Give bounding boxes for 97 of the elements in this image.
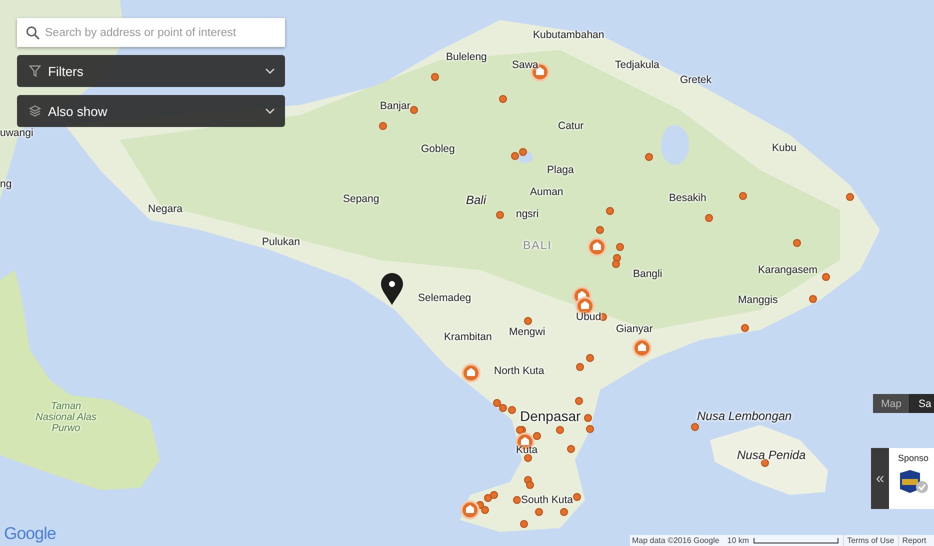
attraction-marker[interactable]	[556, 426, 564, 434]
place-label: Tedjakula	[615, 60, 660, 72]
attraction-marker[interactable]	[573, 493, 581, 501]
layers-icon	[29, 105, 41, 117]
place-label: Banjar	[380, 101, 410, 113]
place-label: Sawa	[512, 60, 538, 72]
map-data-text: Map data ©2016 Google	[632, 535, 720, 546]
attraction-marker[interactable]	[499, 404, 507, 412]
search-field[interactable]: Search by address or point of interest	[17, 18, 285, 47]
scale-label: 10 km	[727, 535, 750, 546]
place-label: Manggis	[738, 295, 778, 307]
attraction-marker[interactable]	[524, 317, 532, 325]
attraction-marker[interactable]	[520, 520, 528, 528]
place-label: Gobleg	[421, 144, 455, 156]
footer-link[interactable]: Report	[898, 535, 926, 546]
place-label: Nusa Penida	[737, 449, 806, 462]
place-label: uwangi	[0, 128, 34, 140]
place-label: Mengwi	[509, 327, 546, 339]
search-icon	[26, 26, 40, 40]
place-label: Negara	[148, 204, 182, 216]
attraction-marker[interactable]	[481, 506, 489, 514]
chevron-down-icon	[265, 68, 275, 74]
attraction-marker[interactable]	[846, 193, 854, 201]
place-label: Denpasar	[520, 409, 581, 424]
dropdown-panel[interactable]: Also show	[17, 95, 285, 127]
chevron-down-icon	[265, 108, 275, 114]
attraction-marker[interactable]	[741, 324, 749, 332]
attraction-marker[interactable]	[560, 508, 568, 516]
attraction-marker[interactable]	[576, 363, 584, 371]
attraction-marker[interactable]	[496, 211, 504, 219]
place-label: Nusa Lembongan	[697, 410, 792, 424]
attraction-marker[interactable]	[526, 481, 534, 489]
place-label: ng	[0, 179, 12, 191]
place-label: Bali	[466, 194, 486, 208]
attraction-marker[interactable]	[612, 260, 620, 268]
expand-button[interactable]: «	[871, 448, 889, 509]
dropdown-panel[interactable]: Filters	[17, 55, 285, 87]
hotel-logo-icon	[898, 469, 930, 495]
attraction-marker[interactable]	[493, 399, 501, 407]
place-label: Kubu	[772, 143, 797, 155]
attraction-marker[interactable]	[379, 122, 387, 130]
attraction-marker[interactable]	[705, 214, 713, 222]
attraction-marker[interactable]	[513, 496, 521, 504]
google-logo: Google	[4, 524, 56, 544]
attraction-marker[interactable]	[511, 152, 519, 160]
attraction-marker[interactable]	[431, 73, 439, 81]
attraction-marker[interactable]	[616, 243, 624, 251]
attraction-marker[interactable]	[410, 106, 418, 114]
attraction-marker[interactable]	[490, 491, 498, 499]
place-label: North Kuta	[494, 366, 544, 378]
place-label: Taman Nasional Alas Purwo	[34, 401, 98, 434]
attraction-marker[interactable]	[586, 354, 594, 362]
sponsor-label: Sponso	[898, 453, 930, 463]
attraction-marker[interactable]	[519, 148, 527, 156]
footer-link[interactable]: Terms of Use	[843, 535, 894, 546]
attraction-marker[interactable]	[809, 295, 817, 303]
place-label: Bangli	[633, 269, 662, 281]
place-label: BALI	[523, 240, 552, 253]
location-pin-icon[interactable]	[381, 273, 403, 305]
place-label: Sepang	[343, 194, 380, 206]
attraction-marker[interactable]	[508, 406, 516, 414]
scale-bar-icon	[753, 538, 840, 544]
place-label: Krambitan	[444, 332, 492, 344]
attraction-marker[interactable]	[524, 454, 532, 462]
attraction-marker[interactable]	[533, 432, 541, 440]
attraction-marker[interactable]	[761, 459, 769, 467]
place-label: Plaga	[547, 165, 574, 177]
attraction-marker[interactable]	[584, 414, 592, 422]
attraction-marker[interactable]	[535, 508, 543, 516]
place-label: ngsri	[516, 209, 539, 221]
place-label: Selemadeg	[418, 293, 472, 305]
place-label: Pulukan	[262, 237, 300, 249]
attraction-marker[interactable]	[645, 153, 653, 161]
attraction-marker[interactable]	[499, 95, 507, 103]
attraction-marker[interactable]	[567, 445, 575, 453]
attraction-marker[interactable]	[596, 226, 604, 234]
place-label: Besakih	[669, 193, 706, 205]
place-label: Auman	[530, 187, 564, 199]
filter-icon	[29, 65, 41, 77]
place-label: Kuta	[516, 445, 538, 457]
map-type-tab[interactable]: Map	[873, 394, 910, 413]
place-label: Gretek	[680, 75, 712, 87]
place-label: Karangasem	[758, 265, 818, 277]
attraction-marker[interactable]	[739, 192, 747, 200]
attraction-marker[interactable]	[691, 423, 699, 431]
place-label: South Kuta	[521, 495, 573, 507]
place-label: Buleleng	[446, 52, 487, 64]
attraction-marker[interactable]	[575, 397, 583, 405]
map-type-tab[interactable]: Sa	[910, 394, 934, 413]
place-label: Kubutambahan	[533, 30, 604, 42]
attraction-marker[interactable]	[822, 273, 830, 281]
attraction-marker[interactable]	[516, 426, 524, 434]
place-label: Gianyar	[616, 324, 653, 336]
attraction-marker[interactable]	[606, 207, 614, 215]
attraction-marker[interactable]	[793, 239, 801, 247]
attraction-marker[interactable]	[586, 425, 594, 433]
place-label: Catur	[558, 121, 584, 133]
